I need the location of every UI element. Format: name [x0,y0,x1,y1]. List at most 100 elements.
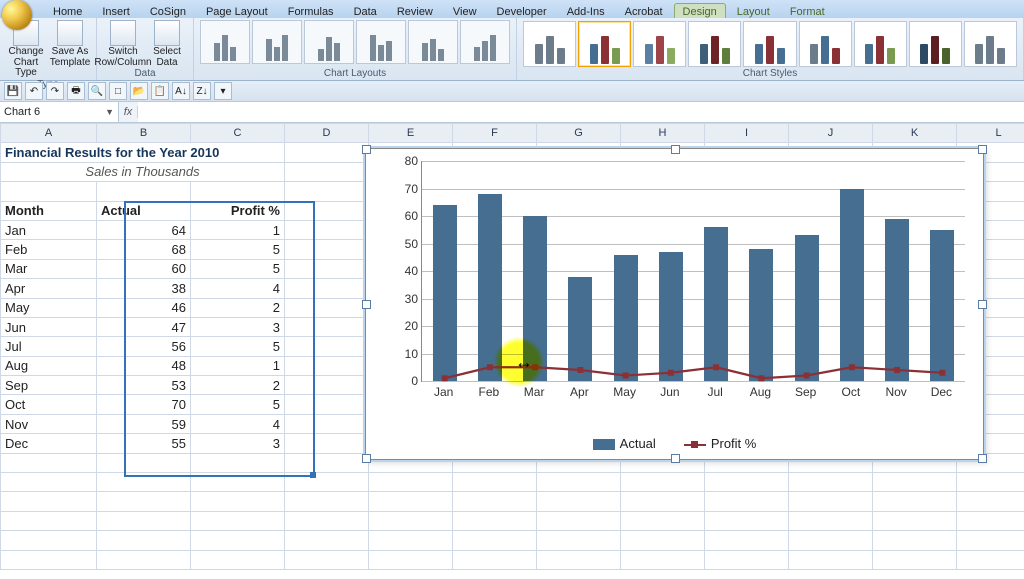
cell[interactable]: Feb [1,240,97,259]
cell[interactable] [285,162,369,181]
tab-format[interactable]: Format [781,3,834,18]
cell[interactable]: 4 [191,414,285,433]
cell[interactable] [285,414,369,433]
col-header-B[interactable]: B [97,124,191,143]
cell[interactable] [789,531,873,550]
chart-layout-gallery[interactable] [200,20,510,64]
cell[interactable] [285,376,369,395]
cell[interactable] [957,550,1024,569]
tab-developer[interactable]: Developer [488,3,556,18]
cell[interactable] [369,492,453,511]
col-header-I[interactable]: I [705,124,789,143]
cell[interactable]: 59 [97,414,191,433]
cell[interactable]: Aug [1,356,97,375]
sort-desc-icon[interactable]: Z↓ [193,82,211,100]
tab-layout[interactable]: Layout [728,3,779,18]
plot-area[interactable] [421,161,965,382]
cell[interactable] [285,473,369,492]
cell[interactable] [453,473,537,492]
cell[interactable] [789,550,873,569]
col-header-A[interactable]: A [1,124,97,143]
cell[interactable]: Financial Results for the Year 2010 [1,143,285,162]
cell[interactable]: 1 [191,220,285,239]
cell[interactable]: 55 [97,434,191,453]
worksheet-area[interactable]: ABCDEFGHIJKL 1Financial Results for the … [0,123,1024,579]
cell[interactable] [957,511,1024,530]
cell[interactable]: 5 [191,240,285,259]
cell[interactable] [285,182,369,201]
col-header-E[interactable]: E [369,124,453,143]
name-box[interactable]: Chart 6▼ [0,102,119,122]
cell[interactable]: May [1,298,97,317]
tab-data[interactable]: Data [345,3,386,18]
cell[interactable] [369,550,453,569]
cell[interactable] [537,550,621,569]
cell[interactable] [285,337,369,356]
paste-icon[interactable]: 📋 [151,82,169,100]
profit-series[interactable] [422,161,965,381]
col-header-L[interactable]: L [957,124,1024,143]
office-button[interactable] [2,0,32,30]
cell[interactable] [537,531,621,550]
cell[interactable]: 60 [97,259,191,278]
more-icon[interactable]: ▾ [214,82,232,100]
legend-entry-actual[interactable]: Actual [593,436,656,451]
cell[interactable] [873,473,957,492]
cell[interactable]: Month [1,201,97,220]
cell[interactable] [285,279,369,298]
cell[interactable] [873,531,957,550]
cell[interactable] [97,182,191,201]
open-icon[interactable]: 📂 [130,82,148,100]
col-header-G[interactable]: G [537,124,621,143]
cell[interactable] [285,492,369,511]
cell[interactable]: Dec [1,434,97,453]
cell[interactable]: Jan [1,220,97,239]
col-header-F[interactable]: F [453,124,537,143]
cell[interactable] [705,511,789,530]
cell[interactable] [1,182,97,201]
col-header-D[interactable]: D [285,124,369,143]
cell[interactable] [1,492,97,511]
tab-acrobat[interactable]: Acrobat [616,3,672,18]
cell[interactable] [705,531,789,550]
cell[interactable] [789,492,873,511]
cell[interactable] [621,511,705,530]
cell[interactable] [873,550,957,569]
cell[interactable] [537,492,621,511]
cell[interactable] [285,434,369,453]
cell[interactable] [285,143,369,162]
cell[interactable]: Oct [1,395,97,414]
cell[interactable] [369,473,453,492]
cell[interactable] [285,453,369,472]
cell[interactable]: 56 [97,337,191,356]
cell[interactable] [191,492,285,511]
col-header-J[interactable]: J [789,124,873,143]
cell[interactable]: 3 [191,434,285,453]
cell[interactable] [1,511,97,530]
cell[interactable] [285,220,369,239]
cell[interactable]: 70 [97,395,191,414]
cell[interactable] [537,473,621,492]
cell[interactable]: Profit % [191,201,285,220]
embedded-chart[interactable]: Actual Profit % ↔ 01020304050607080JanFe… [365,148,984,460]
cell[interactable]: 2 [191,376,285,395]
cell[interactable] [621,473,705,492]
tab-formulas[interactable]: Formulas [279,3,343,18]
chart-style-gallery[interactable] [523,20,1017,68]
cell[interactable]: 1 [191,356,285,375]
cell[interactable] [285,395,369,414]
cell[interactable] [97,531,191,550]
cell[interactable] [285,298,369,317]
cell[interactable] [621,492,705,511]
col-header-K[interactable]: K [873,124,957,143]
cell[interactable] [957,492,1024,511]
cell[interactable]: Jul [1,337,97,356]
cell[interactable]: 5 [191,337,285,356]
cell[interactable]: 2 [191,298,285,317]
cell[interactable] [873,492,957,511]
cell[interactable] [191,511,285,530]
chart-legend[interactable]: Actual Profit % [366,436,983,451]
cell[interactable] [453,511,537,530]
cell[interactable]: 64 [97,220,191,239]
cell[interactable] [97,453,191,472]
